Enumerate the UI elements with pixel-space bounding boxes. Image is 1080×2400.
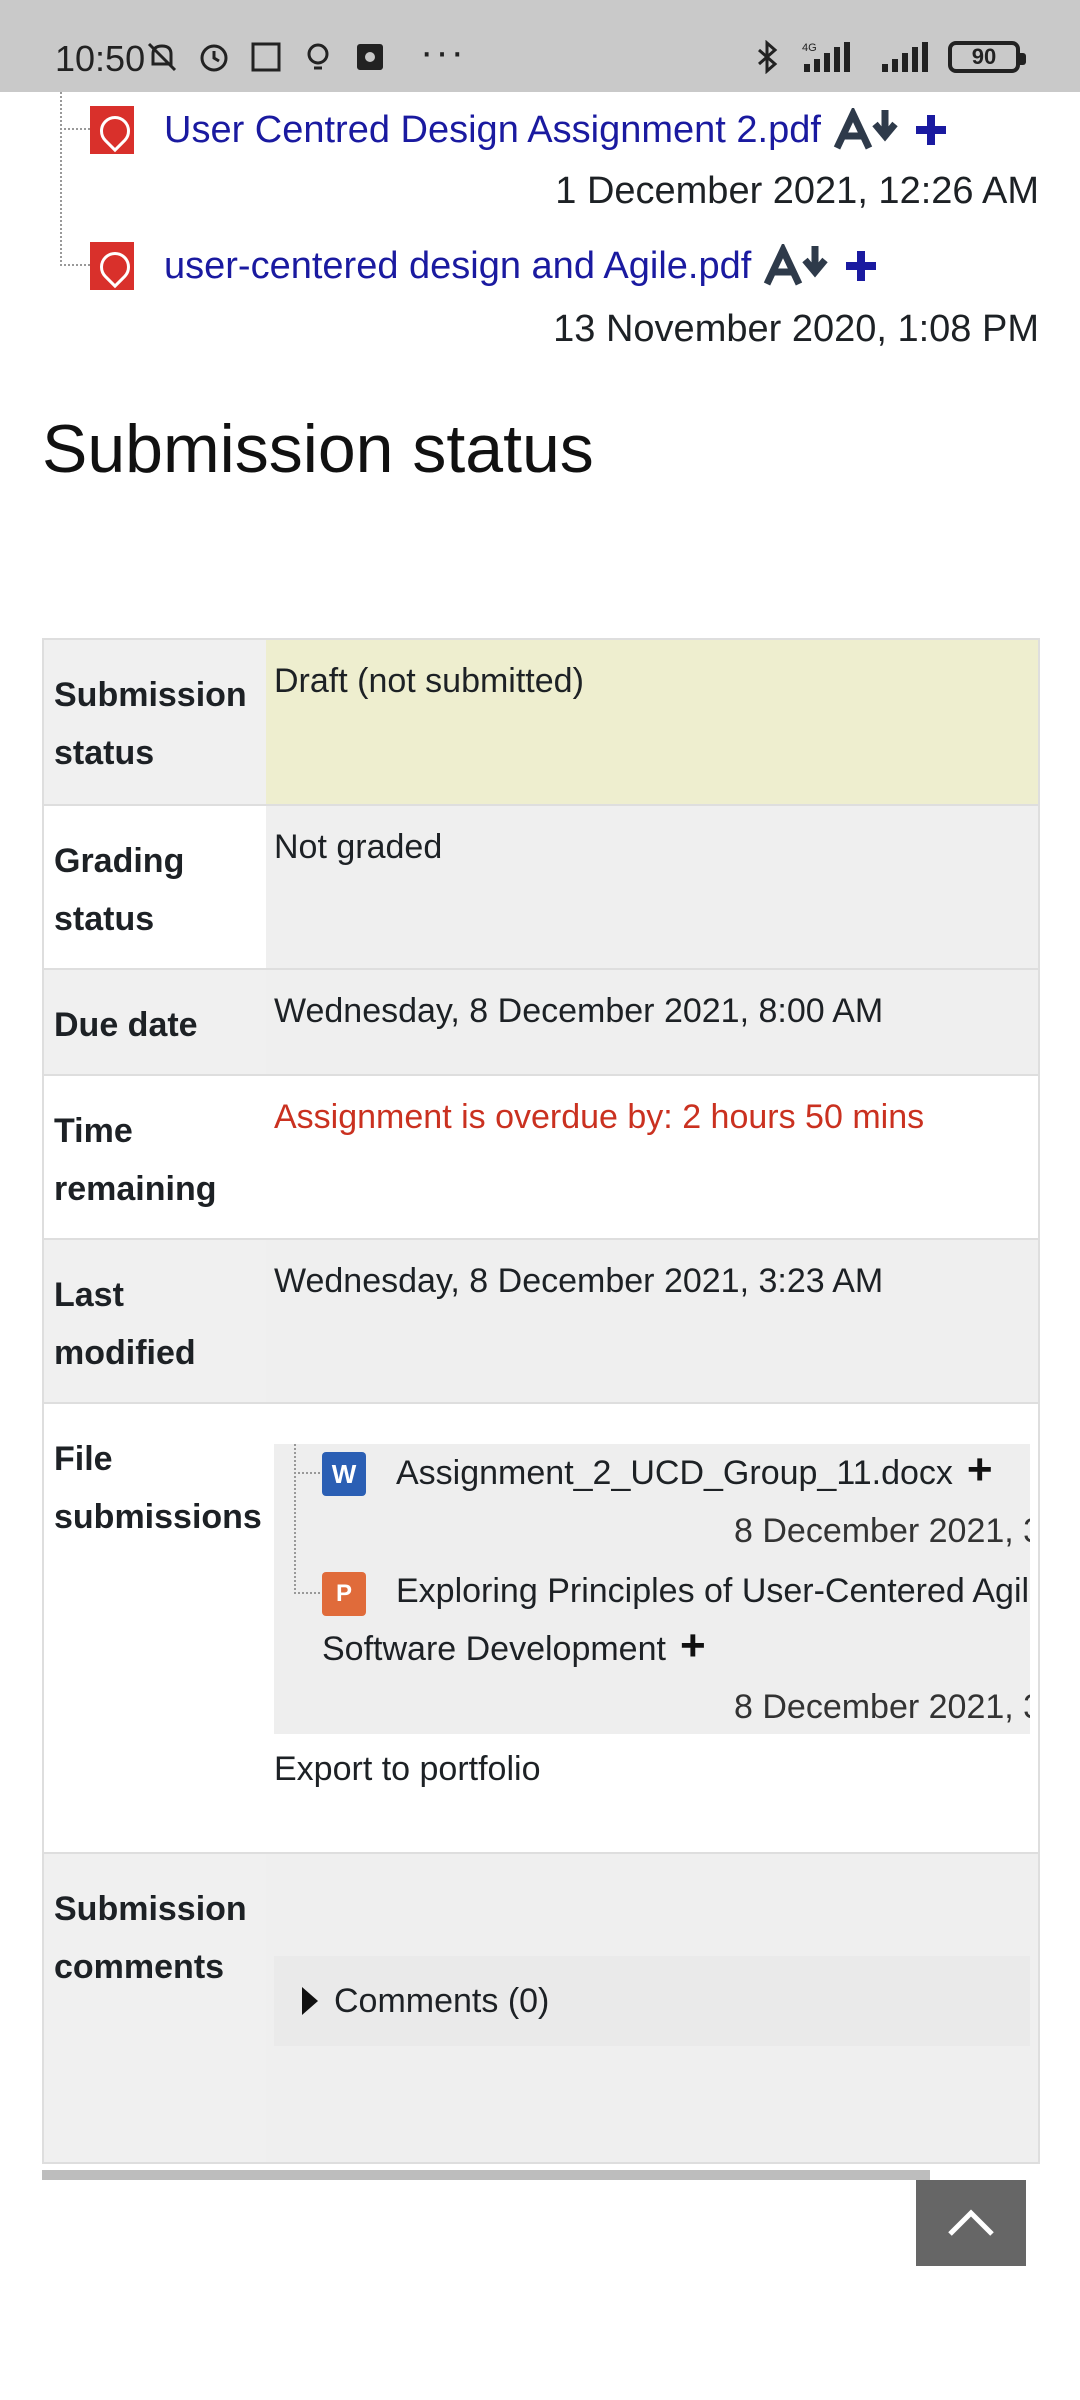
bluetooth-icon xyxy=(758,40,778,74)
table-row: File submissions W Assignment_2_UCD_Grou… xyxy=(44,1402,1038,1852)
signal-icon xyxy=(882,42,928,72)
tree-branch xyxy=(60,264,90,266)
mute-icon xyxy=(147,42,177,72)
last-modified-value: Wednesday, 8 December 2021, 3:23 AM xyxy=(266,1240,1038,1402)
add-icon[interactable]: + xyxy=(967,1448,993,1492)
horizontal-scrollbar[interactable] xyxy=(42,2170,930,2180)
tree-branch xyxy=(60,128,90,130)
pdf-icon xyxy=(90,242,134,290)
grading-status-value: Not graded xyxy=(266,806,1038,968)
attachment-row: user-centered design and Agile.pdf xyxy=(90,242,879,290)
time-remaining-value: Assignment is overdue by: 2 hours 50 min… xyxy=(274,1098,925,1136)
tree-branch xyxy=(294,1592,324,1594)
bulb-icon xyxy=(307,43,329,70)
row-label: Submission status xyxy=(44,640,266,804)
submission-status-table: Submission status Draft (not submitted) … xyxy=(42,638,1040,2164)
tree-line xyxy=(60,92,62,262)
powerpoint-file-icon: P xyxy=(322,1572,366,1616)
row-label: Grading status xyxy=(44,806,266,968)
submitted-file-link[interactable]: Assignment_2_UCD_Group_11.docx xyxy=(396,1454,953,1492)
table-row: Grading status Not graded xyxy=(44,804,1038,968)
table-row: Last modified Wednesday, 8 December 2021… xyxy=(44,1238,1038,1402)
submission-comments-value: Comments (0) xyxy=(266,1854,1038,2162)
export-to-portfolio-link[interactable]: Export to portfolio xyxy=(274,1746,1030,1792)
submitted-file-link[interactable]: Exploring Principles of User-Centered Ag… xyxy=(396,1568,1029,1614)
table-row: Submission comments Comments (0) xyxy=(44,1852,1038,2162)
battery-icon: 90 xyxy=(948,41,1026,73)
file-submissions-value: W Assignment_2_UCD_Group_11.docx + 8 Dece… xyxy=(266,1404,1038,1852)
more-icon: ··· xyxy=(420,30,466,74)
table-row: Submission status Draft (not submitted) xyxy=(44,640,1038,804)
add-icon[interactable] xyxy=(913,112,949,148)
chevron-up-icon xyxy=(948,2209,994,2236)
submitted-file-date: 8 December 2021, 3 xyxy=(734,1688,1030,1726)
signal-4g-icon: 4G xyxy=(802,42,850,72)
row-label: Due date xyxy=(44,970,266,1074)
sim-icon xyxy=(251,42,281,72)
alarm-icon xyxy=(200,44,228,72)
annotate-download-icon[interactable] xyxy=(763,244,833,288)
battery-level: 90 xyxy=(971,44,997,69)
due-date-value: Wednesday, 8 December 2021, 8:00 AM xyxy=(266,970,1038,1074)
page-title: Submission status xyxy=(42,411,594,487)
expand-icon xyxy=(302,1987,318,2015)
attachment-link[interactable]: user-centered design and Agile.pdf xyxy=(164,245,751,288)
attachment-link[interactable]: User Centred Design Assignment 2.pdf xyxy=(164,109,821,152)
attachment-date: 13 November 2020, 1:08 PM xyxy=(553,308,1039,350)
annotate-download-icon[interactable] xyxy=(833,108,903,152)
submitted-files-tree: W Assignment_2_UCD_Group_11.docx + 8 Dece… xyxy=(274,1444,1030,1734)
pdf-icon xyxy=(90,106,134,154)
attachment-date: 1 December 2021, 12:26 AM xyxy=(555,170,1039,212)
tree-line xyxy=(294,1444,296,1594)
row-label: File submissions xyxy=(44,1404,266,1852)
submitted-file-date: 8 December 2021, 3 xyxy=(734,1512,1030,1550)
word-file-icon: W xyxy=(322,1452,366,1496)
row-label: Last modified xyxy=(44,1240,266,1402)
table-row: Due date Wednesday, 8 December 2021, 8:0… xyxy=(44,968,1038,1074)
submitted-file-row: Assignment_2_UCD_Group_11.docx + xyxy=(396,1448,993,1496)
submitted-file-row: Software Development + xyxy=(322,1624,706,1672)
back-to-top-button[interactable] xyxy=(916,2180,1026,2266)
comments-toggle[interactable]: Comments (0) xyxy=(274,1956,1030,2046)
attachment-row: User Centred Design Assignment 2.pdf xyxy=(90,106,949,154)
app-icon xyxy=(357,44,383,70)
add-icon[interactable]: + xyxy=(680,1624,706,1668)
row-label: Time remaining xyxy=(44,1076,266,1238)
submission-status-value: Draft (not submitted) xyxy=(266,640,1038,804)
add-icon[interactable] xyxy=(843,248,879,284)
comments-label: Comments (0) xyxy=(334,1982,550,2020)
row-label: Submission comments xyxy=(44,1854,266,2162)
tree-branch xyxy=(294,1472,324,1474)
svg-text:4G: 4G xyxy=(802,42,817,54)
table-row: Time remaining Assignment is overdue by:… xyxy=(44,1074,1038,1238)
clock: 10:50 xyxy=(55,38,146,79)
submitted-file-link-cont[interactable]: Software Development xyxy=(322,1630,666,1668)
status-bar: 10:50 ··· 4G 90 xyxy=(0,0,1080,92)
